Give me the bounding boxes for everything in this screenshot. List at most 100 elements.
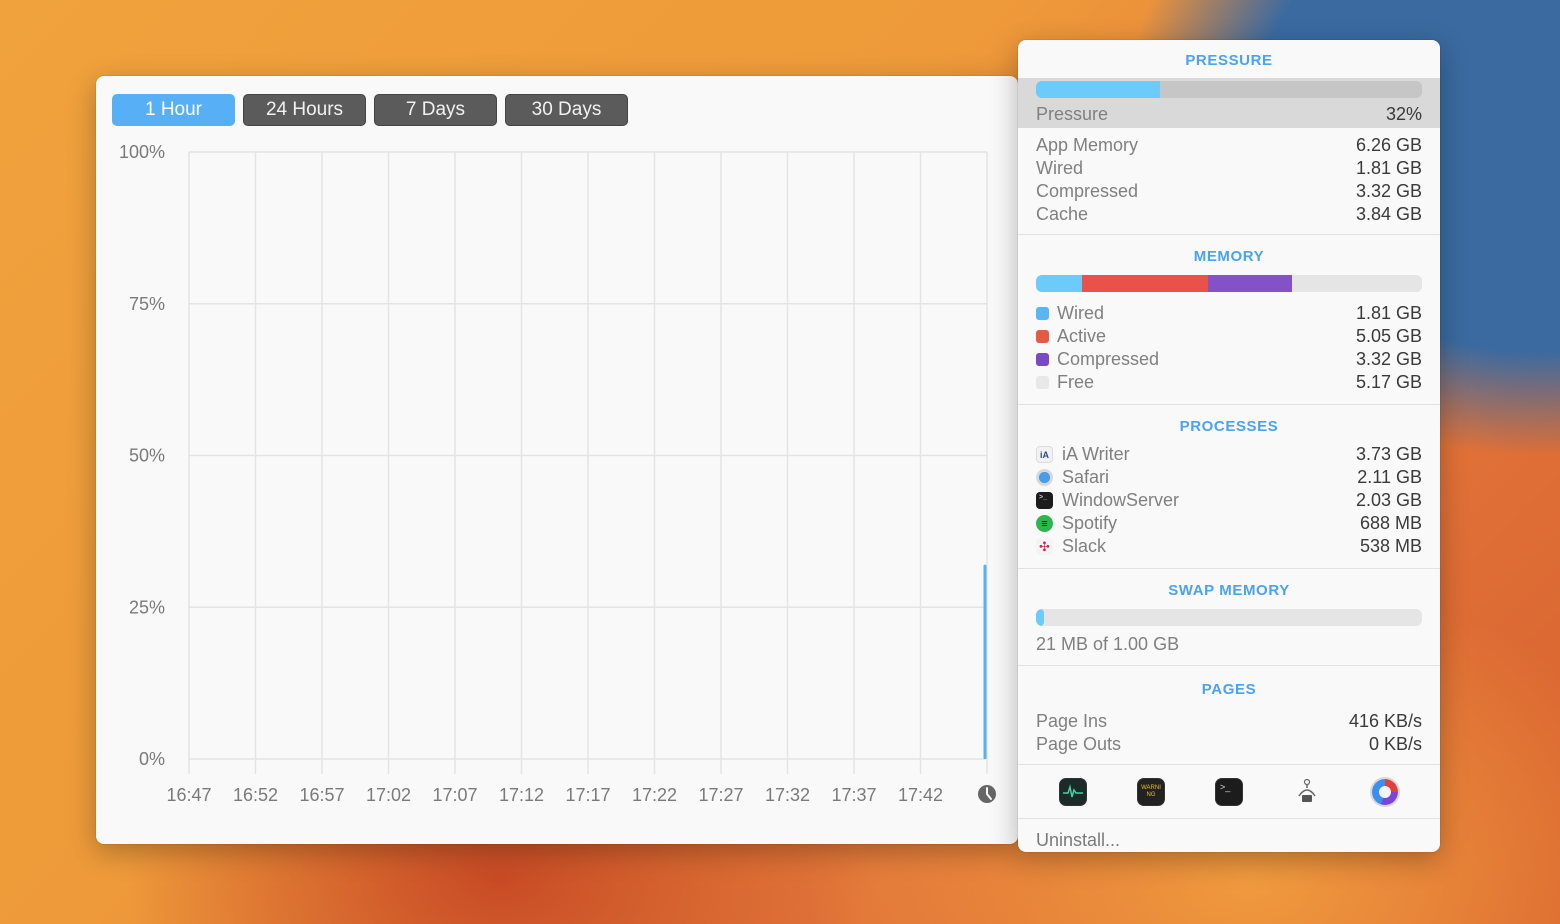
process-name: Safari [1062,467,1110,487]
memory-bar-segment-wired [1036,275,1082,292]
x-tick-label: 16:57 [299,785,344,805]
legend-value: 5.05 GB [1355,326,1422,346]
y-tick-label: 75% [129,294,165,314]
x-tick-label: 17:02 [366,785,411,805]
stat-label: App Memory [1036,135,1139,155]
stat-row-wired: Wired 1.81 GB [1018,157,1440,180]
memory-stats-panel: PRESSURE Pressure 32% App Memory 6.26 GB… [1018,40,1440,852]
stat-row-cache: Cache 3.84 GB [1018,203,1440,226]
legend-value: 5.17 GB [1355,372,1422,392]
pressure-value: 32% [1385,103,1422,124]
page-outs-value: 0 KB/s [1368,734,1422,754]
ia-writer-icon: iA [1036,446,1053,463]
x-tick-label: 17:27 [698,785,743,805]
legend-row-active: Active 5.05 GB [1018,325,1440,348]
y-tick-label: 0% [139,749,165,769]
legend-row-free: Free 5.17 GB [1018,371,1440,394]
pages-list: Page Ins 416 KB/s Page Outs 0 KB/s [1018,710,1440,764]
swap-header: SWAP MEMORY [1018,569,1440,609]
process-value: 538 MB [1359,536,1422,556]
pressure-bar [1036,81,1422,98]
wired-swatch [1036,307,1049,320]
stat-label: Wired [1036,158,1084,178]
memory-bar-segment-free [1291,275,1422,292]
active-swatch [1036,330,1049,343]
process-row[interactable]: ✣ Slack 538 MB [1018,535,1440,558]
slack-icon: ✣ [1036,538,1053,555]
section-title-pressure: PRESSURE [1185,52,1273,69]
vertical-gridlines [188,152,988,774]
stat-row-app-memory: App Memory 6.26 GB [1018,134,1440,157]
x-tick-label: 17:12 [499,785,544,805]
legend-row-wired: Wired 1.81 GB [1018,302,1440,325]
x-tick-label: 17:32 [765,785,810,805]
x-tick-label: 17:22 [632,785,677,805]
stat-value: 3.32 GB [1355,181,1422,201]
pressure-bar-mark [983,564,987,759]
legend-value: 1.81 GB [1355,303,1422,323]
stat-label: Compressed [1036,181,1139,201]
swap-bar [1036,609,1422,626]
legend-label: Active [1057,326,1107,346]
page-ins-row: Page Ins 416 KB/s [1018,710,1440,733]
process-name: Spotify [1062,513,1118,533]
y-axis-labels: 100% 75% 50% 25% 0% [119,142,165,769]
istat-menus-icon[interactable] [1372,778,1398,805]
process-name: Slack [1062,536,1107,556]
process-name: WindowServer [1062,490,1180,510]
process-value: 688 MB [1359,513,1422,533]
free-swatch [1036,376,1049,389]
process-value: 2.03 GB [1355,490,1422,510]
activity-monitor-icon[interactable] [1060,778,1086,805]
page-ins-label: Page Ins [1036,711,1108,731]
pressure-details: App Memory 6.26 GB Wired 1.81 GB Compres… [1018,128,1440,234]
y-tick-label: 100% [119,142,165,162]
data-marks [983,564,987,759]
memory-bar-segment-compressed [1208,275,1292,292]
pages-header: PAGES [1018,666,1440,710]
page-outs-label: Page Outs [1036,734,1122,754]
memory-history-window: 1 Hour 24 Hours 7 Days 30 Days 100% 75% 50… [96,76,1018,844]
memory-bar-segment-active [1081,275,1209,292]
spotify-icon: ≡ [1036,515,1053,532]
console-icon[interactable]: WARNI NG [1138,778,1164,805]
section-title-processes: PROCESSES [1179,418,1279,435]
process-value: 2.11 GB [1357,467,1422,487]
terminal-icon: >_ [1036,492,1053,509]
system-information-icon[interactable] [1294,778,1320,805]
process-list: iA iA Writer 3.73 GB Safari 2.11 GB >_ Win… [1018,443,1440,568]
legend-label: Compressed [1057,349,1160,369]
stat-row-compressed: Compressed 3.32 GB [1018,180,1440,203]
stat-label: Cache [1036,204,1089,224]
stat-value: 1.81 GB [1355,158,1422,178]
x-tick-label: 16:47 [166,785,211,805]
legend-label: Free [1057,372,1095,392]
swap-summary-row: 21 MB of 1.00 GB [1018,626,1440,656]
process-row[interactable]: >_ WindowServer 2.03 GB [1018,489,1440,512]
swap-summary: 21 MB of 1.00 GB [1036,633,1180,654]
stat-value: 6.26 GB [1355,135,1422,155]
process-value: 3.73 GB [1355,444,1422,464]
x-tick-label: 17:37 [831,785,876,805]
x-tick-label: 16:52 [233,785,278,805]
legend-label: Wired [1057,303,1105,323]
x-axis-labels: 16:47 16:52 16:57 17:02 17:07 17:12 17:17 17:22… [166,785,943,805]
swap-bar-fill [1036,609,1045,626]
legend-row-compressed: Compressed 3.32 GB [1018,348,1440,371]
pressure-label: Pressure [1036,103,1109,124]
process-row[interactable]: ≡ Spotify 688 MB [1018,512,1440,535]
process-row[interactable]: iA iA Writer 3.73 GB [1018,443,1440,466]
legend-value: 3.32 GB [1355,349,1422,369]
memory-header: MEMORY [1018,235,1440,275]
page-outs-row: Page Outs 0 KB/s [1018,733,1440,756]
section-title-pages: PAGES [1201,681,1257,698]
pressure-bar-fill [1036,81,1160,98]
x-tick-label: 17:17 [565,785,610,805]
uninstall-button[interactable]: Uninstall... [1018,819,1440,852]
stat-value: 3.84 GB [1355,204,1422,224]
app-shortcut-bar: WARNI NG >_ [1018,765,1440,818]
terminal-app-icon[interactable]: >_ [1216,778,1242,805]
compressed-swatch [1036,353,1049,366]
clock-icon[interactable] [978,785,996,803]
process-row[interactable]: Safari 2.11 GB [1018,466,1440,489]
